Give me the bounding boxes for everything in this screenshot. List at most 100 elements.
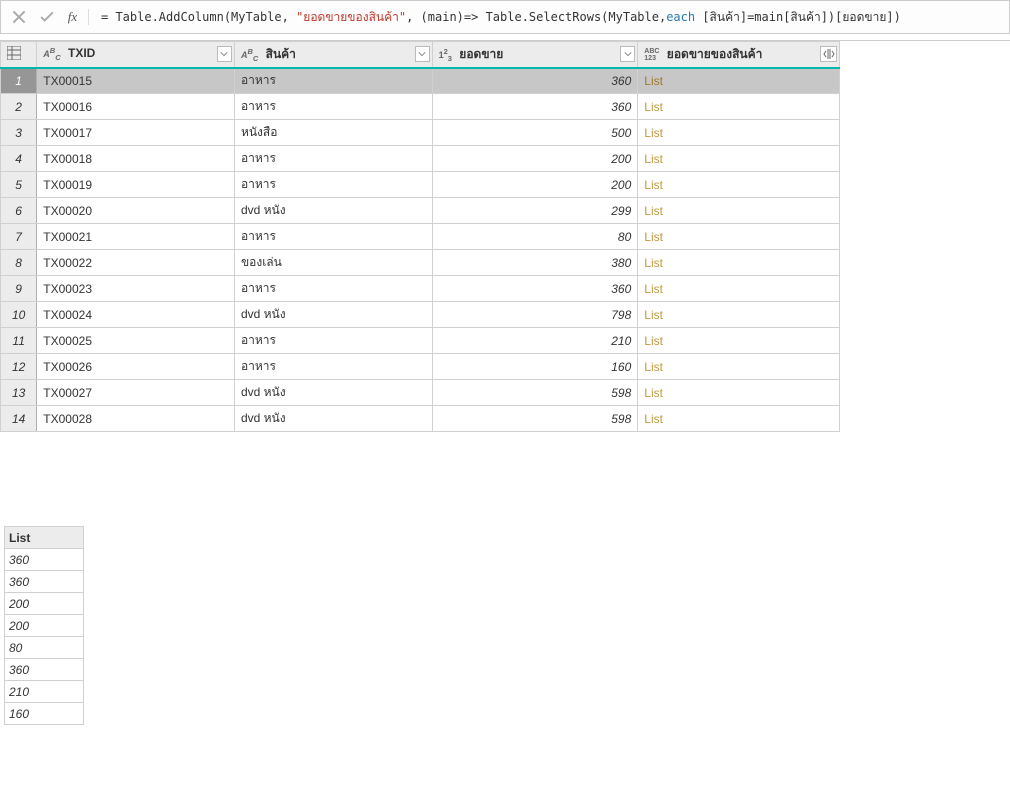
cell-txid[interactable]: TX00021 — [37, 224, 235, 250]
cell-product[interactable]: อาหาร — [234, 354, 432, 380]
cell-sales[interactable]: 360 — [432, 94, 638, 120]
row-number[interactable]: 2 — [1, 94, 37, 120]
cell-list-link[interactable]: List — [638, 380, 840, 406]
cell-product[interactable]: dvd หนัง — [234, 198, 432, 224]
filter-dropdown[interactable] — [620, 46, 635, 62]
cell-sales[interactable]: 500 — [432, 120, 638, 146]
list-item[interactable]: 360 — [5, 659, 84, 681]
cell-txid[interactable]: TX00027 — [37, 380, 235, 406]
table-corner[interactable] — [1, 42, 37, 68]
cell-product[interactable]: อาหาร — [234, 172, 432, 198]
row-number[interactable]: 11 — [1, 328, 37, 354]
cell-product[interactable]: อาหาร — [234, 276, 432, 302]
cell-list-link[interactable]: List — [638, 224, 840, 250]
column-header-list[interactable]: ABC123 ยอดขายของสินค้า — [638, 42, 840, 68]
table-row[interactable]: 5TX00019อาหาร200List — [1, 172, 840, 198]
cell-product[interactable]: อาหาร — [234, 328, 432, 354]
cell-sales[interactable]: 160 — [432, 354, 638, 380]
cell-sales[interactable]: 210 — [432, 328, 638, 354]
cell-sales[interactable]: 598 — [432, 380, 638, 406]
row-number[interactable]: 5 — [1, 172, 37, 198]
row-number[interactable]: 3 — [1, 120, 37, 146]
cell-sales[interactable]: 360 — [432, 276, 638, 302]
row-number[interactable]: 14 — [1, 406, 37, 432]
expand-column-button[interactable] — [820, 46, 837, 62]
table-row[interactable]: 12TX00026อาหาร160List — [1, 354, 840, 380]
cell-sales[interactable]: 200 — [432, 146, 638, 172]
cell-txid[interactable]: TX00015 — [37, 68, 235, 94]
cell-txid[interactable]: TX00024 — [37, 302, 235, 328]
row-number[interactable]: 1 — [1, 68, 37, 94]
row-number[interactable]: 9 — [1, 276, 37, 302]
row-number[interactable]: 12 — [1, 354, 37, 380]
cell-sales[interactable]: 80 — [432, 224, 638, 250]
preview-header[interactable]: List — [5, 527, 84, 549]
cell-txid[interactable]: TX00022 — [37, 250, 235, 276]
cell-product[interactable]: หนังสือ — [234, 120, 432, 146]
column-header-product[interactable]: ABC สินค้า — [234, 42, 432, 68]
cell-product[interactable]: อาหาร — [234, 224, 432, 250]
list-item[interactable]: 160 — [5, 703, 84, 725]
cell-txid[interactable]: TX00026 — [37, 354, 235, 380]
cell-list-link[interactable]: List — [638, 68, 840, 94]
cell-list-link[interactable]: List — [638, 302, 840, 328]
cell-txid[interactable]: TX00018 — [37, 146, 235, 172]
cell-txid[interactable]: TX00020 — [37, 198, 235, 224]
list-item[interactable]: 360 — [5, 549, 84, 571]
list-item[interactable]: 80 — [5, 637, 84, 659]
row-number[interactable]: 7 — [1, 224, 37, 250]
cell-product[interactable]: dvd หนัง — [234, 302, 432, 328]
cancel-formula-button[interactable] — [7, 5, 31, 29]
cell-list-link[interactable]: List — [638, 198, 840, 224]
confirm-formula-button[interactable] — [35, 5, 59, 29]
table-row[interactable]: 6TX00020dvd หนัง299List — [1, 198, 840, 224]
table-row[interactable]: 2TX00016อาหาร360List — [1, 94, 840, 120]
cell-sales[interactable]: 380 — [432, 250, 638, 276]
cell-list-link[interactable]: List — [638, 354, 840, 380]
cell-list-link[interactable]: List — [638, 172, 840, 198]
cell-txid[interactable]: TX00025 — [37, 328, 235, 354]
table-row[interactable]: 13TX00027dvd หนัง598List — [1, 380, 840, 406]
cell-sales[interactable]: 598 — [432, 406, 638, 432]
filter-dropdown[interactable] — [217, 46, 232, 62]
table-row[interactable]: 8TX00022ของเล่น380List — [1, 250, 840, 276]
list-item[interactable]: 200 — [5, 593, 84, 615]
cell-list-link[interactable]: List — [638, 406, 840, 432]
table-row[interactable]: 4TX00018อาหาร200List — [1, 146, 840, 172]
row-number[interactable]: 8 — [1, 250, 37, 276]
formula-input[interactable]: = Table.AddColumn(MyTable, "ยอดขายของสิน… — [97, 8, 1003, 27]
row-number[interactable]: 4 — [1, 146, 37, 172]
cell-txid[interactable]: TX00023 — [37, 276, 235, 302]
cell-txid[interactable]: TX00017 — [37, 120, 235, 146]
filter-dropdown[interactable] — [415, 46, 430, 62]
cell-product[interactable]: dvd หนัง — [234, 406, 432, 432]
cell-list-link[interactable]: List — [638, 250, 840, 276]
table-row[interactable]: 10TX00024dvd หนัง798List — [1, 302, 840, 328]
list-item[interactable]: 210 — [5, 681, 84, 703]
row-number[interactable]: 13 — [1, 380, 37, 406]
cell-list-link[interactable]: List — [638, 276, 840, 302]
list-item[interactable]: 200 — [5, 615, 84, 637]
cell-list-link[interactable]: List — [638, 94, 840, 120]
cell-txid[interactable]: TX00019 — [37, 172, 235, 198]
cell-product[interactable]: ของเล่น — [234, 250, 432, 276]
cell-sales[interactable]: 200 — [432, 172, 638, 198]
cell-product[interactable]: อาหาร — [234, 94, 432, 120]
row-number[interactable]: 6 — [1, 198, 37, 224]
cell-product[interactable]: dvd หนัง — [234, 380, 432, 406]
cell-list-link[interactable]: List — [638, 120, 840, 146]
table-row[interactable]: 3TX00017หนังสือ500List — [1, 120, 840, 146]
cell-list-link[interactable]: List — [638, 146, 840, 172]
column-header-sales[interactable]: 123 ยอดขาย — [432, 42, 638, 68]
column-header-txid[interactable]: ABC TXID — [37, 42, 235, 68]
cell-txid[interactable]: TX00028 — [37, 406, 235, 432]
cell-product[interactable]: อาหาร — [234, 68, 432, 94]
table-row[interactable]: 14TX00028dvd หนัง598List — [1, 406, 840, 432]
cell-sales[interactable]: 798 — [432, 302, 638, 328]
row-number[interactable]: 10 — [1, 302, 37, 328]
list-item[interactable]: 360 — [5, 571, 84, 593]
cell-list-link[interactable]: List — [638, 328, 840, 354]
cell-sales[interactable]: 299 — [432, 198, 638, 224]
table-row[interactable]: 11TX00025อาหาร210List — [1, 328, 840, 354]
cell-sales[interactable]: 360 — [432, 68, 638, 94]
